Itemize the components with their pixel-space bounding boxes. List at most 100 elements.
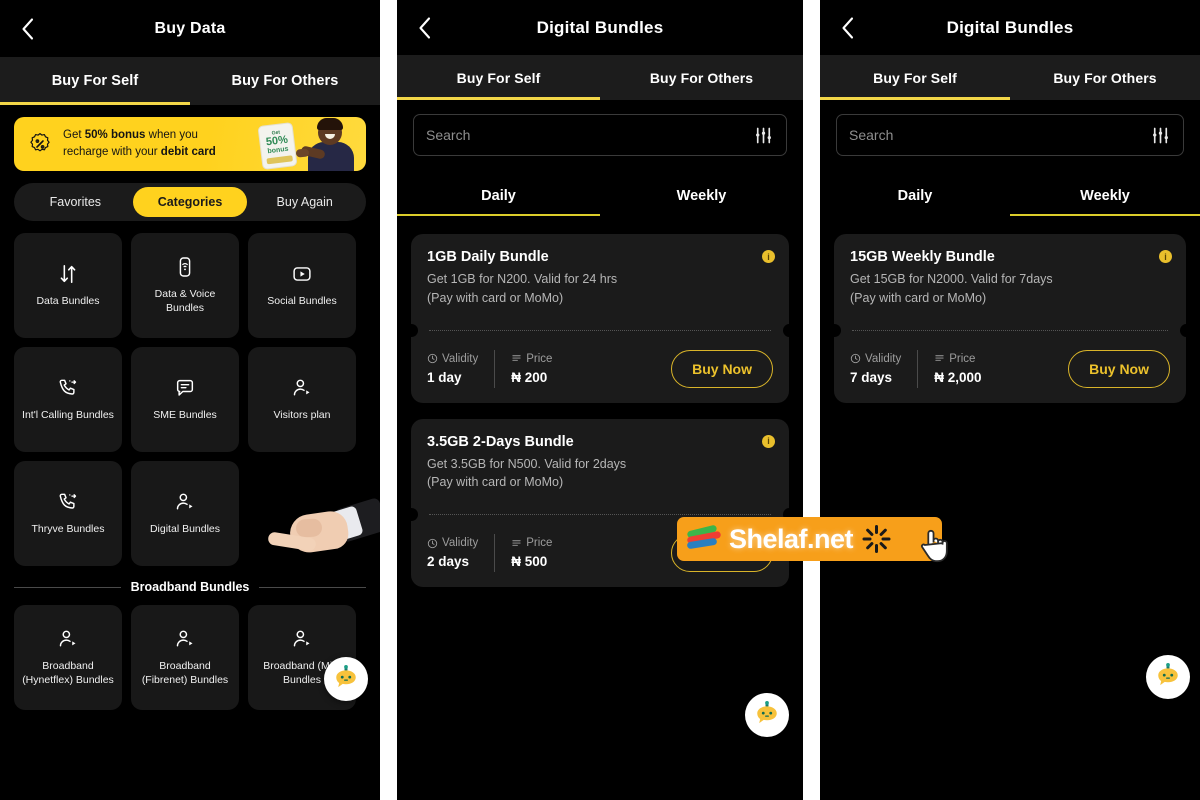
search-box[interactable] bbox=[413, 114, 787, 156]
period-active-underline bbox=[1010, 213, 1200, 216]
category-label: Digital Bundles bbox=[149, 522, 221, 535]
back-button[interactable] bbox=[409, 13, 439, 43]
bundle-title: 1GB Daily Bundle bbox=[427, 249, 549, 265]
category-tile-broadband-fibrenet[interactable]: Broadband (Fibrenet) Bundles bbox=[131, 605, 239, 710]
price-header: Price bbox=[511, 537, 552, 549]
category-label: Thryve Bundles bbox=[31, 522, 105, 535]
chat-support-button[interactable] bbox=[745, 693, 789, 737]
message-lines-icon bbox=[174, 377, 196, 399]
chevron-left-icon bbox=[841, 16, 853, 39]
bundle-card[interactable]: 1GB Daily Bundle Get 1GB for N200. Valid… bbox=[411, 234, 789, 403]
segment-favorites[interactable]: Favorites bbox=[18, 187, 133, 217]
sliders-icon[interactable] bbox=[753, 125, 774, 146]
segment-categories[interactable]: Categories bbox=[132, 187, 248, 217]
bundle-title: 15GB Weekly Bundle bbox=[850, 249, 995, 265]
category-tile-thryve-bundles[interactable]: Thryve Bundles bbox=[14, 461, 122, 566]
tab-buy-for-others[interactable]: Buy For Others bbox=[190, 57, 380, 105]
page-title: Digital Bundles bbox=[536, 17, 664, 37]
receipt-lines-icon bbox=[512, 539, 521, 546]
info-icon[interactable]: i bbox=[762, 434, 775, 448]
clock-icon bbox=[850, 353, 861, 364]
promo-line2-pre: recharge with your bbox=[63, 146, 161, 158]
bundle-card-header: 1GB Daily Bundle Get 1GB for N200. Valid… bbox=[411, 234, 789, 324]
notch-left bbox=[834, 323, 841, 337]
validity-header: Validity bbox=[427, 353, 478, 365]
tab-buy-for-self[interactable]: Buy For Self bbox=[820, 55, 1010, 100]
screenshot-stage: Buy Data Buy For Self Buy For Others Get bbox=[0, 0, 1200, 800]
bundle-description-line2: (Pay with card or MoMo) bbox=[427, 290, 564, 305]
browse-mode-wrapper: Favorites Categories Buy Again bbox=[0, 171, 380, 221]
segment-buy-again[interactable]: Buy Again bbox=[247, 187, 362, 217]
price-label: Price bbox=[526, 352, 553, 365]
bundle-card-footer: Validity 1 day Price ₦ 200 Buy Now bbox=[411, 337, 789, 403]
promo-line1-bold: 50% bonus bbox=[84, 129, 146, 142]
tab-weekly[interactable]: Weekly bbox=[600, 176, 803, 216]
app-header: Digital Bundles bbox=[397, 0, 803, 55]
category-tile-digital-bundles[interactable]: Digital Bundles bbox=[131, 461, 239, 566]
search-box[interactable] bbox=[836, 114, 1184, 156]
info-icon[interactable]: i bbox=[762, 250, 775, 263]
validity-value: 1 day bbox=[427, 369, 462, 385]
buy-now-button[interactable]: Buy Now bbox=[1068, 349, 1170, 388]
validity-header: Validity bbox=[427, 537, 478, 549]
promo-art-bar bbox=[265, 154, 293, 164]
back-button[interactable] bbox=[832, 13, 862, 43]
category-tile-visitors-plan[interactable]: Visitors plan bbox=[248, 347, 356, 452]
tab-buy-for-others[interactable]: Buy For Others bbox=[600, 55, 803, 100]
info-icon[interactable]: i bbox=[1159, 250, 1172, 263]
meta-separator bbox=[917, 349, 919, 388]
active-tab-underline bbox=[0, 102, 190, 105]
category-tile-broadband-hynetflex[interactable]: Broadband (Hynetflex) Bundles bbox=[14, 605, 122, 710]
category-tile-sme-bundles[interactable]: SME Bundles bbox=[131, 347, 239, 452]
card-perforation bbox=[834, 323, 1186, 337]
chat-support-button[interactable] bbox=[1146, 655, 1190, 699]
category-tile-data-voice-bundles[interactable]: Data & Voice Bundles bbox=[131, 233, 239, 338]
buy-now-button[interactable]: Buy Now bbox=[671, 349, 773, 388]
meta-separator bbox=[494, 534, 496, 572]
category-grid: Data Bundles Data & Voice Bundles Social… bbox=[0, 221, 380, 566]
divider-line-right bbox=[259, 586, 367, 588]
bundle-description-line2: (Pay with card or MoMo) bbox=[850, 290, 987, 305]
tab-buy-for-others[interactable]: Buy For Others bbox=[1010, 55, 1200, 100]
tab-buy-for-self[interactable]: Buy For Self bbox=[397, 55, 600, 100]
chatbot-icon bbox=[757, 700, 777, 724]
bundle-card[interactable]: 3.5GB 2-Days Bundle Get 3.5GB for N500. … bbox=[411, 418, 789, 587]
tab-daily[interactable]: Daily bbox=[820, 176, 1010, 216]
sliders-icon[interactable] bbox=[1150, 125, 1171, 146]
bundle-card-list: 1GB Daily Bundle Get 1GB for N200. Valid… bbox=[397, 216, 803, 587]
category-tile-data-bundles[interactable]: Data Bundles bbox=[14, 233, 122, 338]
user-play-icon bbox=[291, 628, 313, 650]
phone-screen-digital-bundles-weekly: Digital Bundles Buy For Self Buy For Oth… bbox=[820, 0, 1200, 800]
search-input[interactable] bbox=[849, 127, 1150, 143]
buy-now-button[interactable]: Buy Now bbox=[671, 534, 773, 572]
price-value: ₦ 200 bbox=[511, 369, 548, 385]
promo-line2-bold: debit card bbox=[160, 146, 216, 158]
buy-mode-tabs: Buy For Self Buy For Others bbox=[820, 55, 1200, 100]
validity-label: Validity bbox=[865, 352, 902, 365]
bundle-card[interactable]: 15GB Weekly Bundle Get 15GB for N2000. V… bbox=[834, 234, 1186, 403]
period-tabs: Daily Weekly bbox=[820, 176, 1200, 216]
category-label: Broadband (Fibrenet) Bundles bbox=[141, 659, 229, 686]
clock-icon bbox=[427, 353, 438, 364]
validity-block: Validity 2 days bbox=[427, 537, 478, 569]
app-header: Digital Bundles bbox=[820, 0, 1200, 55]
category-tile-intl-calling-bundles[interactable]: Int'l Calling Bundles bbox=[14, 347, 122, 452]
phone-outgoing-icon bbox=[57, 491, 79, 513]
promo-banner[interactable]: Get 50% bonus when you recharge with you… bbox=[14, 117, 366, 171]
card-perforation bbox=[411, 323, 789, 337]
chat-support-button[interactable] bbox=[324, 657, 368, 701]
tab-daily[interactable]: Daily bbox=[397, 176, 600, 216]
active-tab-underline bbox=[397, 97, 600, 100]
tab-weekly[interactable]: Weekly bbox=[1010, 176, 1200, 216]
back-button[interactable] bbox=[12, 14, 42, 44]
divider-line-left bbox=[14, 586, 121, 588]
search-input[interactable] bbox=[426, 127, 753, 143]
notch-left bbox=[411, 323, 418, 337]
search-wrapper bbox=[397, 100, 803, 156]
panel-gutter-1 bbox=[380, 0, 397, 800]
play-square-icon bbox=[291, 263, 313, 285]
category-tile-social-bundles[interactable]: Social Bundles bbox=[248, 233, 356, 338]
bundle-description-line1: Get 1GB for N200. Valid for 24 hrs bbox=[427, 272, 618, 286]
tab-buy-for-self[interactable]: Buy For Self bbox=[0, 57, 190, 105]
bundle-description-line1: Get 3.5GB for N500. Valid for 2days bbox=[427, 456, 627, 471]
